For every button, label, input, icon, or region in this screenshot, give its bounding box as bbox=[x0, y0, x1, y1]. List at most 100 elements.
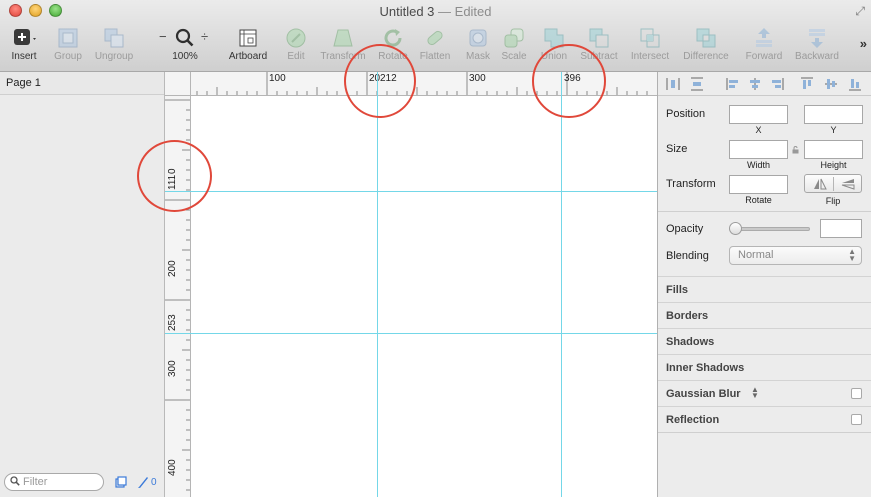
artboard-button[interactable]: Artboard bbox=[225, 27, 271, 67]
fullscreen-icon[interactable]: ⤢ bbox=[855, 4, 865, 19]
blur-type-stepper-icon[interactable]: ▲ ▼ bbox=[751, 386, 759, 400]
distribute-vertical-icon[interactable] bbox=[690, 77, 704, 91]
subtract-icon bbox=[589, 28, 609, 48]
document-status: — Edited bbox=[438, 4, 492, 19]
align-middle-vertical-icon[interactable] bbox=[824, 77, 838, 91]
flip-divider bbox=[833, 177, 834, 191]
intersect-icon bbox=[640, 28, 660, 48]
y-label: Y bbox=[830, 125, 837, 135]
opacity-input[interactable] bbox=[820, 219, 862, 238]
fills-section[interactable]: Fills bbox=[658, 276, 871, 302]
flatten-button[interactable]: Flatten bbox=[416, 27, 454, 67]
reflection-checkbox[interactable] bbox=[851, 414, 862, 425]
insert-icon bbox=[14, 29, 36, 45]
mask-button[interactable]: Mask bbox=[463, 27, 493, 67]
slice-count: 0 bbox=[151, 477, 157, 488]
reflection-section[interactable]: Reflection bbox=[658, 406, 871, 432]
group-icon bbox=[58, 28, 78, 48]
inner-shadows-section[interactable]: Inner Shadows bbox=[658, 354, 871, 380]
insert-button[interactable]: Insert bbox=[6, 27, 42, 67]
ruler-corner bbox=[165, 72, 191, 96]
x-label: X bbox=[755, 125, 762, 135]
shadows-section[interactable]: Shadows bbox=[658, 328, 871, 354]
transform-label: Transform bbox=[666, 178, 716, 190]
ruler-label-100: 100 bbox=[269, 73, 286, 84]
scale-icon bbox=[504, 28, 524, 48]
flip-horizontal-icon[interactable] bbox=[813, 178, 827, 190]
vertical-guide-212[interactable] bbox=[377, 72, 378, 497]
zoom-out-button[interactable]: − bbox=[159, 29, 167, 44]
ruler-label-300: 300 bbox=[469, 73, 486, 84]
height-input[interactable] bbox=[804, 140, 863, 159]
scale-button[interactable]: Scale bbox=[498, 27, 530, 67]
inspector-divider bbox=[658, 211, 871, 212]
align-bottom-icon[interactable] bbox=[848, 77, 862, 91]
flip-control bbox=[804, 174, 862, 193]
inspector-divider-bottom bbox=[658, 432, 871, 433]
ruler-label-400: 400 bbox=[167, 459, 178, 476]
zoom-control[interactable]: − ÷ 100% bbox=[156, 27, 214, 67]
horizontal-guide-253[interactable] bbox=[165, 333, 657, 334]
difference-button[interactable]: Difference bbox=[680, 27, 732, 67]
backward-button[interactable]: Backward bbox=[792, 27, 842, 67]
position-label: Position bbox=[666, 108, 706, 120]
highlight-circle-top-212 bbox=[344, 44, 416, 118]
artboard-icon bbox=[239, 29, 257, 47]
gaussian-blur-section[interactable]: Gaussian Blur ▲ ▼ bbox=[658, 380, 871, 406]
ruler-label-200: 200 bbox=[167, 260, 178, 277]
canvas[interactable] bbox=[191, 96, 657, 497]
slice-icon[interactable] bbox=[137, 475, 149, 489]
width-input[interactable] bbox=[729, 140, 788, 159]
rotate-label: Rotate bbox=[745, 195, 772, 205]
document-title: Untitled 3 bbox=[379, 4, 435, 19]
width-label: Width bbox=[746, 160, 770, 170]
difference-icon bbox=[696, 28, 716, 48]
ruler-label-300-left: 300 bbox=[167, 360, 178, 377]
opacity-label: Opacity bbox=[666, 223, 704, 235]
position-y-input[interactable] bbox=[804, 105, 863, 124]
align-right-icon[interactable] bbox=[770, 77, 784, 91]
forward-icon bbox=[756, 28, 772, 47]
group-button[interactable]: Group bbox=[50, 27, 86, 67]
align-top-icon[interactable] bbox=[800, 77, 814, 91]
mask-icon bbox=[469, 29, 487, 47]
page-item[interactable]: Page 1 bbox=[0, 72, 164, 95]
horizontal-guide-111[interactable] bbox=[165, 191, 657, 192]
toolbar-overflow-icon[interactable]: » bbox=[860, 36, 867, 51]
lock-icon[interactable] bbox=[792, 146, 799, 154]
opacity-slider-track[interactable] bbox=[733, 227, 810, 231]
edit-button[interactable]: Edit bbox=[282, 27, 310, 67]
gaussian-blur-checkbox[interactable] bbox=[851, 388, 862, 399]
zoom-in-button[interactable]: ÷ bbox=[201, 29, 208, 44]
align-left-icon[interactable] bbox=[726, 77, 740, 91]
forward-button[interactable]: Forward bbox=[742, 27, 786, 67]
edit-icon bbox=[286, 28, 306, 48]
blending-select[interactable]: Normal ▲ ▼ bbox=[729, 246, 862, 265]
select-arrows-icon: ▲ ▼ bbox=[848, 247, 856, 263]
filter-input[interactable]: Filter bbox=[4, 473, 104, 491]
inspector-panel: Position X Y Size Width Height Transform… bbox=[657, 72, 871, 497]
ruler-guide-label-253: 253 bbox=[167, 314, 178, 331]
position-x-input[interactable] bbox=[729, 105, 788, 124]
window-titlebar: Untitled 3 — Edited ⤢ Insert Group Ungro… bbox=[0, 0, 871, 72]
align-center-horizontal-icon[interactable] bbox=[748, 77, 762, 91]
ungroup-button[interactable]: Ungroup bbox=[91, 27, 137, 67]
borders-section[interactable]: Borders bbox=[658, 302, 871, 328]
vertical-guide-396[interactable] bbox=[561, 72, 562, 497]
opacity-slider-knob[interactable] bbox=[729, 222, 742, 235]
highlight-circle-left-111 bbox=[137, 140, 212, 212]
window-title: Untitled 3 — Edited bbox=[0, 4, 871, 19]
blending-value: Normal bbox=[738, 249, 774, 261]
flatten-icon bbox=[427, 30, 443, 46]
intersect-button[interactable]: Intersect bbox=[627, 27, 673, 67]
blending-label: Blending bbox=[666, 250, 709, 262]
flip-vertical-icon[interactable] bbox=[841, 178, 855, 190]
highlight-circle-top-396 bbox=[532, 44, 606, 118]
size-label: Size bbox=[666, 143, 688, 155]
distribute-horizontal-icon[interactable] bbox=[666, 77, 680, 91]
magnifier-icon bbox=[175, 28, 194, 47]
ungroup-icon bbox=[104, 28, 124, 48]
rotate-input[interactable] bbox=[729, 175, 788, 194]
transform-icon bbox=[333, 29, 353, 47]
add-page-icon[interactable] bbox=[115, 476, 127, 488]
